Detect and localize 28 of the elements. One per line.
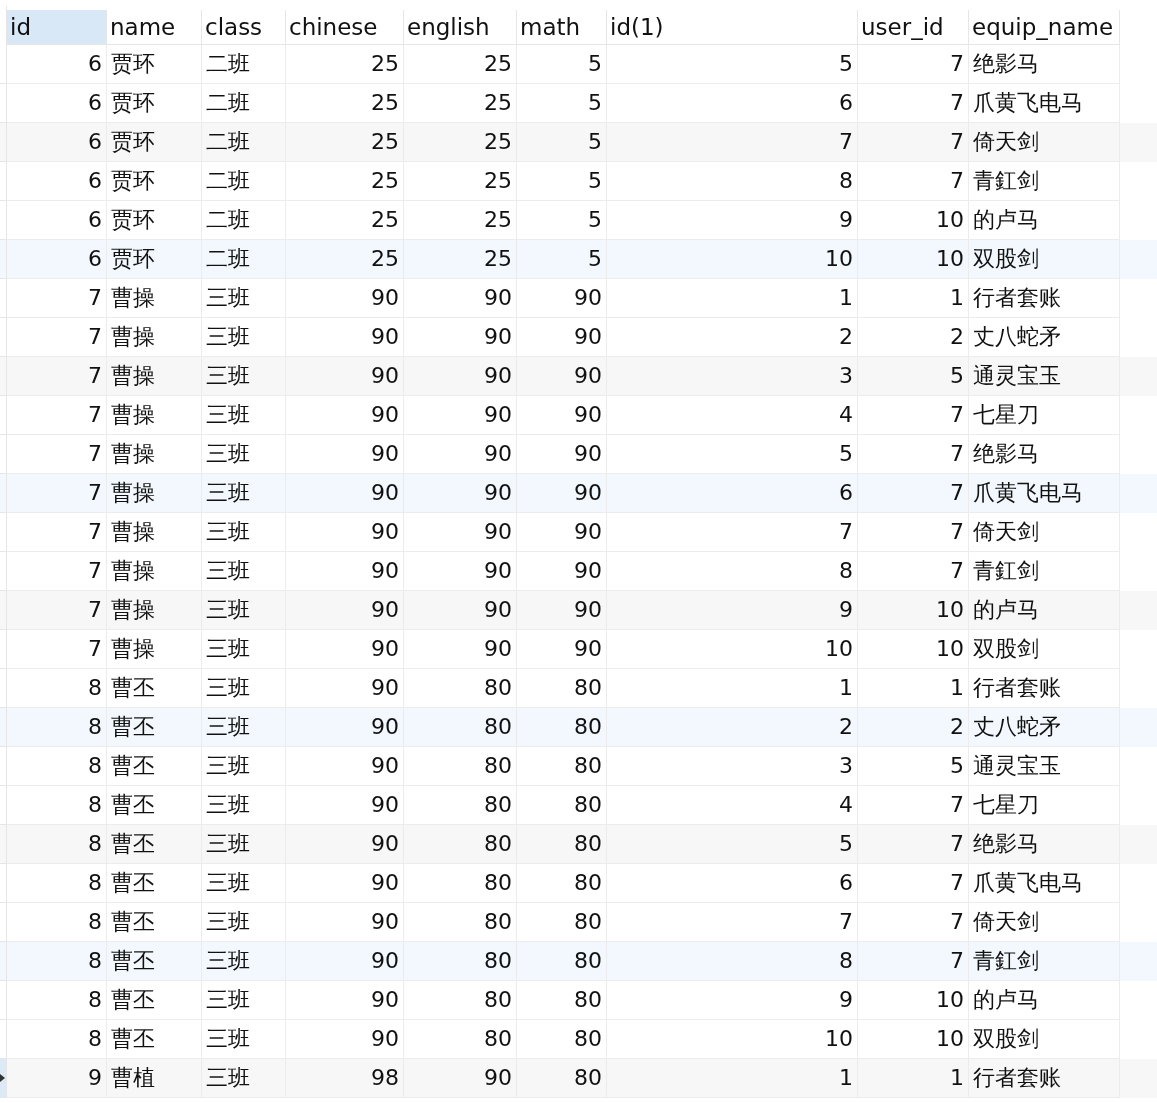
table-row[interactable]: 8 曹丕 三班 90 80 80 2 2 丈八蛇矛 [0, 708, 1157, 747]
column-header[interactable]: english [404, 10, 517, 45]
current-row-icon [0, 1074, 5, 1082]
table-row[interactable]: 8 曹丕 三班 90 80 80 5 7 绝影马 [0, 825, 1157, 864]
table-cell: 1 [607, 1059, 858, 1098]
column-header[interactable]: math [517, 10, 607, 45]
column-header[interactable]: name [107, 10, 202, 45]
column-header[interactable]: chinese [286, 10, 404, 45]
table-cell: 1 [858, 1059, 969, 1098]
table-row[interactable]: 8 曹丕 三班 90 80 80 8 7 青釭剑 [0, 942, 1157, 981]
column-header[interactable]: user_id [858, 10, 969, 45]
table-row[interactable]: 6 贾环 二班 25 25 5 10 10 双股剑 [0, 240, 1157, 279]
table-cell: 9 [7, 1059, 107, 1098]
table-cell: 三班 [202, 1059, 286, 1098]
column-header[interactable]: class [202, 10, 286, 45]
table-row[interactable]: 7 曹操 三班 90 90 90 3 5 通灵宝玉 [0, 357, 1157, 396]
table-row[interactable]: 6 贾环 二班 25 25 5 7 7 倚天剑 [0, 123, 1157, 162]
table-row[interactable]: 9 曹植 三班 98 90 80 1 1 行者套账 [0, 1059, 1157, 1098]
table-cell: 90 [404, 1059, 517, 1098]
column-header[interactable]: id [7, 10, 107, 45]
table-cell: 80 [517, 1059, 607, 1098]
column-header[interactable]: equip_name [969, 10, 1120, 45]
table-cell: 98 [286, 1059, 404, 1098]
column-header[interactable]: id(1) [607, 10, 858, 45]
table-row[interactable]: 7 曹操 三班 90 90 90 6 7 爪黄飞电马 [0, 474, 1157, 513]
table-row[interactable]: 7 曹操 三班 90 90 90 9 10 的卢马 [0, 591, 1157, 630]
table-cell: 曹植 [107, 1059, 202, 1098]
table-cell: 行者套账 [969, 1059, 1120, 1098]
